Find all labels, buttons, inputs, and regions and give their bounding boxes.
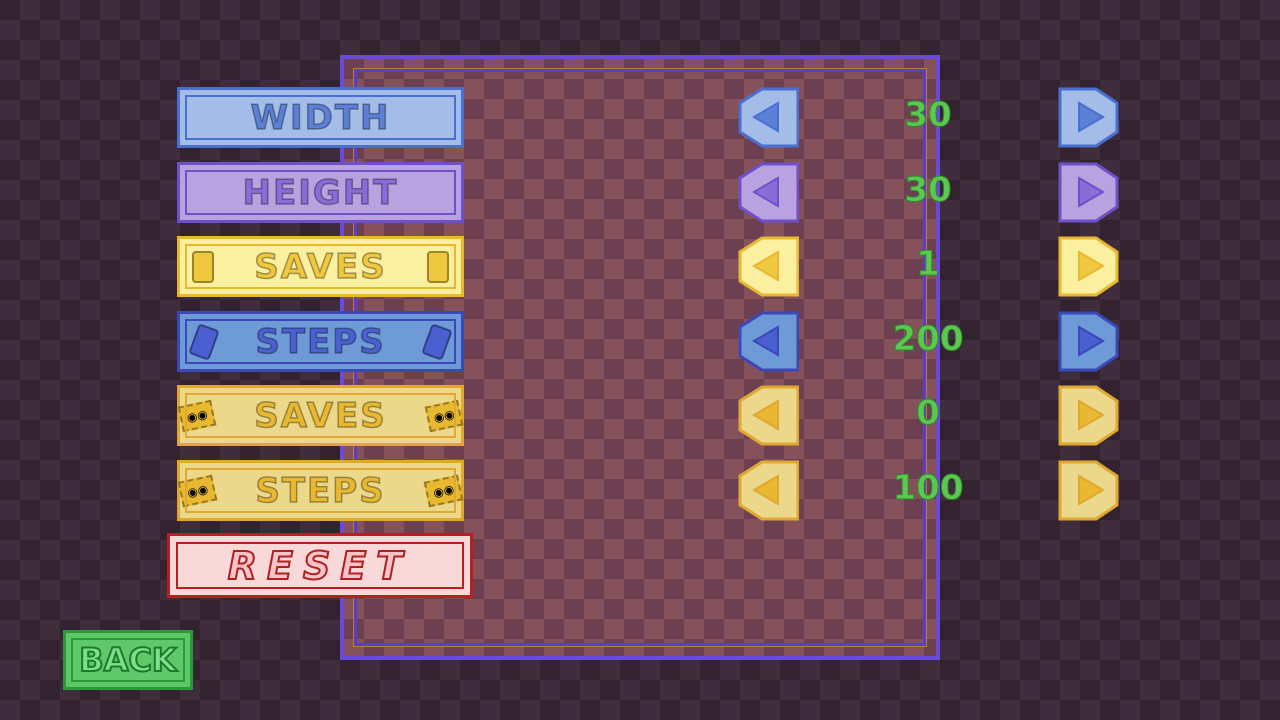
increase-button-0[interactable] [1058,87,1119,148]
arrow-left-icon [738,162,799,223]
ticket-icon: ◉◉ [177,399,217,432]
card-icon [188,322,221,361]
arrow-right-icon [1058,87,1119,148]
setting-label-3[interactable]: STEPS [177,311,464,372]
decrease-button-2[interactable] [738,236,799,297]
ticket-icon: ◉◉ [423,474,464,507]
increase-button-4[interactable] [1058,385,1119,446]
decrease-button-5[interactable] [738,460,799,521]
arrow-right-icon [1058,236,1119,297]
arrow-left-icon [738,311,799,372]
setting-label-text: WIDTH [250,97,391,139]
back-label: BACK [78,640,177,680]
setting-value-2: 1 [916,244,941,285]
setting-label-5[interactable]: ◉◉ STEPS ◉◉ [177,460,464,521]
decrease-button-4[interactable] [738,385,799,446]
ticket-icon: ◉◉ [177,474,218,507]
arrow-right-icon [1058,385,1119,446]
arrow-left-icon [738,385,799,446]
setting-value-1: 30 [904,170,952,211]
decrease-button-1[interactable] [738,162,799,223]
arrow-left-icon [738,236,799,297]
setting-label-1[interactable]: HEIGHT [177,162,464,223]
ticket-icon: ◉◉ [424,399,464,432]
increase-button-1[interactable] [1058,162,1119,223]
setting-label-text: STEPS [255,470,386,512]
setting-value-4: 0 [916,393,941,434]
setting-label-text: SAVES [253,246,387,288]
increase-button-2[interactable] [1058,236,1119,297]
setting-label-2[interactable]: SAVES [177,236,464,297]
setting-label-text: STEPS [255,321,386,363]
setting-value-3: 200 [892,319,964,360]
arrow-left-icon [738,460,799,521]
save-book-icon [192,250,215,283]
setting-label-text: SAVES [253,395,387,437]
arrow-right-icon [1058,162,1119,223]
arrow-right-icon [1058,311,1119,372]
setting-value-5: 100 [892,468,964,509]
decrease-button-0[interactable] [738,87,799,148]
increase-button-3[interactable] [1058,311,1119,372]
increase-button-5[interactable] [1058,460,1119,521]
save-book-icon [426,250,449,283]
card-icon [420,322,453,361]
back-button[interactable]: BACK [63,630,193,690]
decrease-button-3[interactable] [738,311,799,372]
setting-value-0: 30 [904,95,952,136]
setting-label-text: HEIGHT [242,172,399,214]
setting-label-0[interactable]: WIDTH [177,87,464,148]
reset-label: RESET [227,543,413,589]
reset-button[interactable]: RESET [167,533,473,598]
setting-label-4[interactable]: ◉◉ SAVES ◉◉ [177,385,464,446]
arrow-left-icon [738,87,799,148]
arrow-right-icon [1058,460,1119,521]
